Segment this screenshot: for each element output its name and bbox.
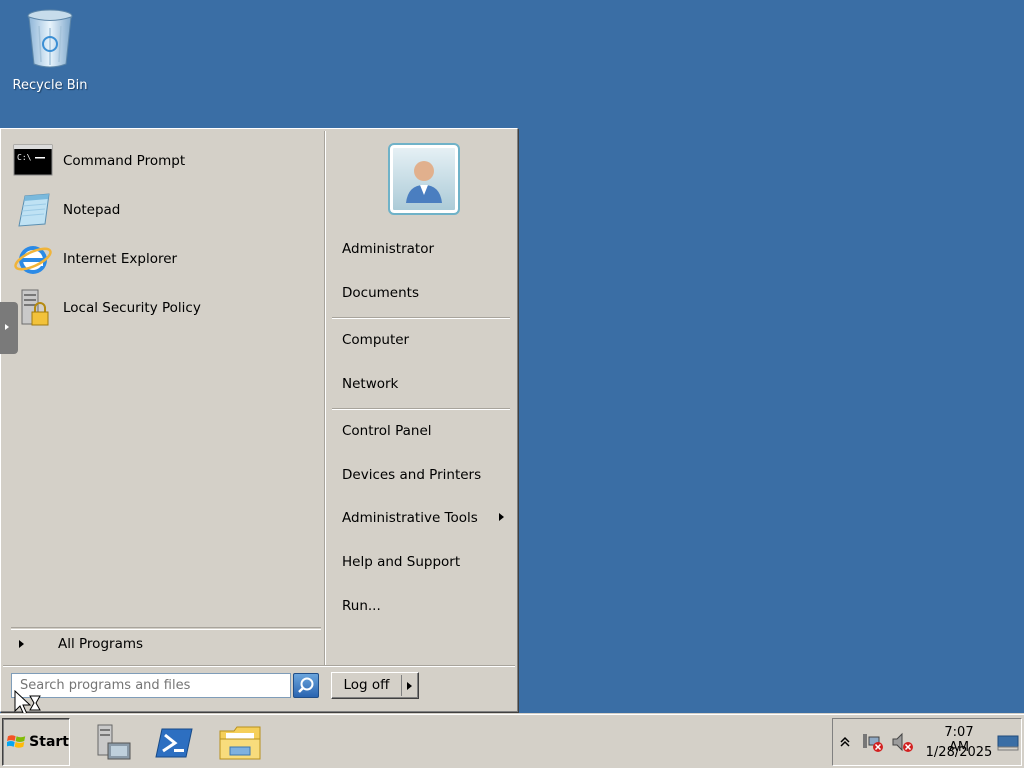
pinned-item-local-security-policy[interactable]: Local Security Policy xyxy=(13,286,313,330)
start-label: Start xyxy=(29,734,69,750)
all-programs-button[interactable]: All Programs xyxy=(11,627,321,659)
search-input[interactable] xyxy=(11,673,291,698)
user-picture[interactable] xyxy=(388,143,460,215)
show-desktop-icon[interactable] xyxy=(997,735,1019,751)
user-avatar-icon xyxy=(406,161,442,203)
volume-muted-icon[interactable] xyxy=(891,731,915,753)
pinned-item-command-prompt[interactable]: C:\ Command Prompt xyxy=(13,139,313,183)
log-off-button[interactable]: Log off xyxy=(331,672,419,699)
menu-item-help-support[interactable]: Help and Support xyxy=(342,554,460,570)
pinned-item-label: Command Prompt xyxy=(63,153,186,169)
search-icon xyxy=(298,677,314,693)
taskbar: Start 7:07 AM 1/28/2025 xyxy=(0,714,1024,768)
start-menu-bottom-bar: Log off xyxy=(3,665,515,709)
clock-date[interactable]: 1/28/2025 xyxy=(925,745,993,760)
all-programs-label: All Programs xyxy=(58,635,144,652)
menu-item-devices-printers[interactable]: Devices and Printers xyxy=(342,467,481,483)
pinned-item-label: Local Security Policy xyxy=(63,300,201,316)
start-menu-places-pane: Administrator Documents Computer Network… xyxy=(325,131,515,665)
menu-item-label: Administrative Tools xyxy=(342,510,478,526)
pinned-item-label: Internet Explorer xyxy=(63,251,178,267)
submenu-arrow-icon xyxy=(499,513,504,521)
shutdown-options-arrow-icon[interactable] xyxy=(407,681,412,690)
start-menu: C:\ Command Prompt Notepad Internet Expl… xyxy=(0,128,518,712)
command-prompt-icon: C:\ xyxy=(13,141,53,181)
start-button[interactable]: Start xyxy=(2,718,70,766)
recycle-bin[interactable]: Recycle Bin xyxy=(10,8,90,93)
server-manager-icon xyxy=(97,724,131,760)
network-disconnected-icon[interactable] xyxy=(861,731,885,753)
taskbar-file-explorer[interactable] xyxy=(218,721,261,763)
expand-arrow-icon xyxy=(19,639,24,648)
menu-separator xyxy=(332,317,510,319)
recycle-bin-label: Recycle Bin xyxy=(12,78,88,93)
side-expand-tab[interactable] xyxy=(0,302,18,354)
taskbar-powershell[interactable] xyxy=(154,721,196,763)
file-explorer-icon xyxy=(219,726,261,760)
notepad-icon xyxy=(13,190,53,230)
menu-separator xyxy=(332,408,510,410)
menu-item-control-panel[interactable]: Control Panel xyxy=(342,423,432,439)
menu-item-administrative-tools[interactable]: Administrative Tools xyxy=(342,510,512,528)
menu-item-run[interactable]: Run... xyxy=(342,598,381,614)
start-menu-programs-pane: C:\ Command Prompt Notepad Internet Expl… xyxy=(3,131,325,665)
search-button[interactable] xyxy=(293,673,319,698)
powershell-icon xyxy=(155,728,193,758)
taskbar-server-manager[interactable] xyxy=(92,721,134,763)
show-hidden-icons-chevron[interactable] xyxy=(839,735,851,749)
log-off-label: Log off xyxy=(332,675,402,696)
svg-text:C:\: C:\ xyxy=(17,153,32,162)
menu-item-network[interactable]: Network xyxy=(342,376,398,392)
notification-area: 7:07 AM 1/28/2025 xyxy=(832,718,1022,766)
pinned-item-notepad[interactable]: Notepad xyxy=(13,188,313,232)
menu-item-computer[interactable]: Computer xyxy=(342,332,409,348)
menu-item-documents[interactable]: Documents xyxy=(342,285,419,301)
pinned-item-label: Notepad xyxy=(63,202,121,218)
pinned-item-internet-explorer[interactable]: Internet Explorer xyxy=(13,237,313,281)
recycle-bin-icon xyxy=(27,9,73,68)
internet-explorer-icon xyxy=(13,239,53,279)
security-policy-icon xyxy=(13,288,53,328)
windows-logo-icon xyxy=(7,735,26,748)
menu-item-administrator[interactable]: Administrator xyxy=(342,241,434,257)
